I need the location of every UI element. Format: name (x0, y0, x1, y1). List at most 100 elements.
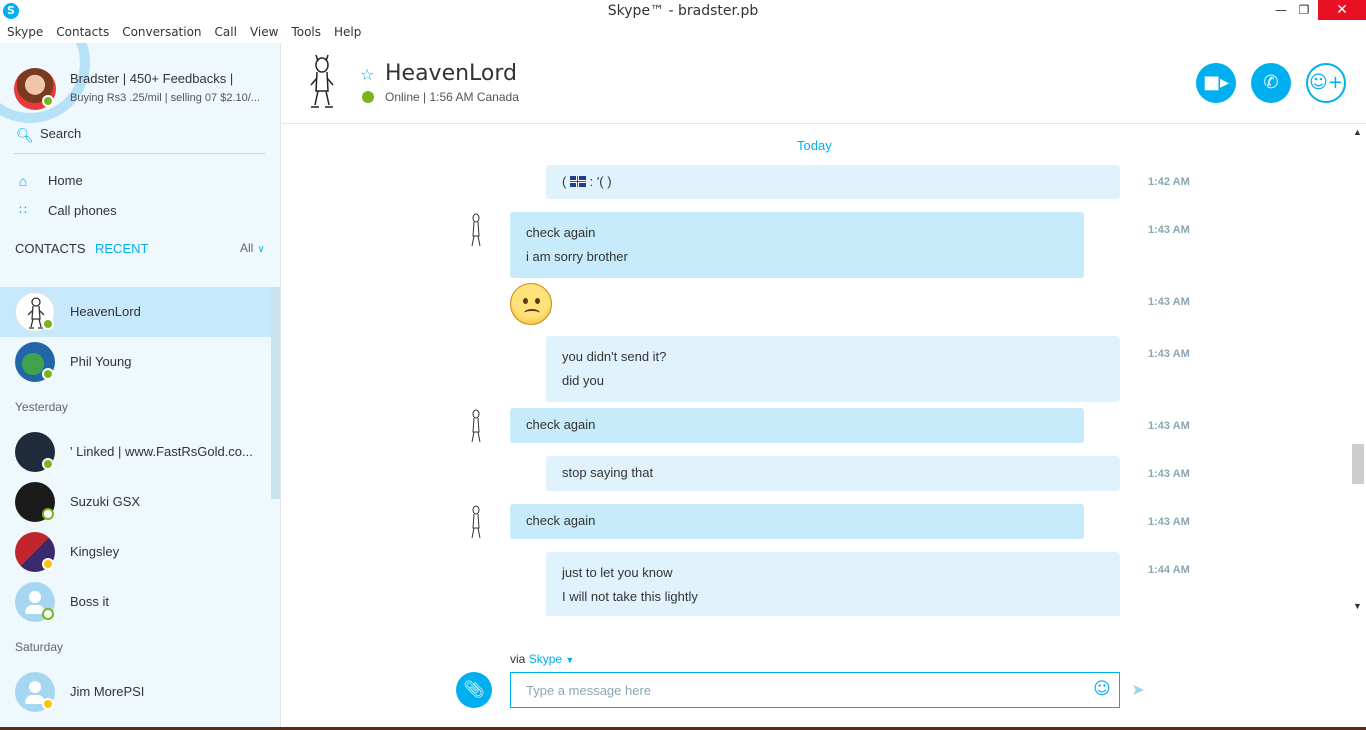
filter-label: All (240, 241, 254, 255)
contact-name: Kingsley (70, 544, 120, 559)
sender-avatar[interactable] (466, 212, 486, 250)
contact-name: HeavenLord (70, 304, 141, 319)
service-name[interactable]: Skype (529, 652, 562, 666)
chat-contact-name: HeavenLord (385, 61, 518, 86)
contact-kingsley[interactable]: Kingsley (0, 527, 271, 577)
tab-contacts[interactable]: CONTACTS (15, 241, 86, 256)
message-bubble[interactable]: stop saying that (546, 456, 1120, 491)
presence-away-icon (42, 558, 54, 570)
message-bubble[interactable]: just to let you know I will not take thi… (546, 552, 1120, 616)
window-title: Skype™ - bradster.pb (607, 3, 759, 19)
contact-suzuki-gsx[interactable]: Suzuki GSX (0, 477, 271, 527)
message-bubble[interactable]: ( : '( ) (546, 165, 1120, 199)
message-timestamp: 1:43 AM (1148, 468, 1190, 480)
message-timestamp: 1:42 AM (1148, 176, 1190, 188)
menu-conversation[interactable]: Conversation (122, 22, 201, 43)
message-text: check again (526, 417, 596, 432)
message-timestamp: 1:43 AM (1148, 296, 1190, 308)
chat-status: Online | 1:56 AM Canada (385, 90, 519, 104)
message-text: i am sorry brother (526, 249, 628, 264)
contact-name: ' Linked | www.FastRsGold.co... (70, 444, 253, 459)
chevron-down-icon: ∨ (257, 244, 265, 255)
contact-phil-young[interactable]: Phil Young (0, 337, 271, 387)
contact-name: Jim MorePSI (70, 684, 145, 699)
day-separator: Today (797, 138, 832, 153)
paperclip-icon: 📎︎ (463, 680, 485, 700)
add-person-icon: ☺+ (1309, 72, 1343, 93)
send-icon[interactable]: ➤ (1128, 680, 1148, 700)
presence-online-icon (42, 318, 54, 330)
contact-boss-it[interactable]: Boss it (0, 577, 271, 627)
profile-mood[interactable]: Buying Rs3 .25/mil | selling 07 $2.10/..… (70, 92, 270, 104)
presence-online-icon (42, 368, 54, 380)
group-label-yesterday: Yesterday (15, 400, 68, 414)
voice-call-button[interactable]: ✆ (1251, 63, 1291, 103)
chat-avatar[interactable] (304, 53, 340, 113)
contact-name: Phil Young (70, 354, 132, 369)
menu-view[interactable]: View (250, 22, 278, 43)
sender-avatar[interactable] (466, 504, 486, 542)
menu-call[interactable]: Call (215, 22, 237, 43)
profile-name[interactable]: Bradster | 450+ Feedbacks | (70, 71, 233, 86)
contact-jim-morepsi[interactable]: Jim MorePSI (0, 667, 271, 717)
worried-face-emoticon[interactable] (510, 283, 552, 325)
message-text: check again (526, 225, 596, 240)
presence-away-icon (42, 698, 54, 710)
contact-heavenlord[interactable]: HeavenLord (0, 287, 271, 337)
tab-recent[interactable]: RECENT (95, 241, 148, 256)
phone-icon: ✆ (1263, 72, 1279, 93)
nav-call-phones-label: Call phones (48, 203, 117, 218)
presence-online-icon (42, 458, 54, 470)
attach-button[interactable]: 📎︎ (456, 672, 492, 708)
contact-linked[interactable]: ' Linked | www.FastRsGold.co... (0, 427, 271, 477)
menu-skype[interactable]: Skype (7, 22, 43, 43)
message-bubble[interactable]: you didn't send it? did you (546, 336, 1120, 402)
message-bubble[interactable]: check again i am sorry brother (510, 212, 1084, 278)
scroll-down-icon[interactable]: ▼ (1353, 601, 1362, 611)
chevron-down-icon: ▼ (565, 655, 575, 665)
favorite-star-icon[interactable]: ☆ (360, 65, 374, 85)
message-input[interactable] (510, 672, 1120, 708)
maximize-button[interactable]: ❐ (1291, 0, 1317, 20)
chat-header: ☆ HeavenLord Online | 1:56 AM Canada ■▸ … (282, 43, 1366, 124)
message-timestamp: 1:43 AM (1148, 516, 1190, 528)
search-icon: 🔍︎ (16, 127, 34, 143)
via-service-selector[interactable]: via Skype ▼ (510, 652, 574, 666)
search-button[interactable]: 🔍︎ Search (14, 123, 265, 154)
add-people-button[interactable]: ☺+ (1306, 63, 1346, 103)
message-bubble[interactable]: check again (510, 408, 1084, 443)
message-text: : '( ) (589, 174, 612, 189)
message-text: I will not take this lightly (562, 589, 698, 604)
contact-tabs: CONTACTS RECENT All ∨ (15, 241, 271, 261)
sender-avatar[interactable] (466, 408, 486, 446)
message-timestamp: 1:43 AM (1148, 420, 1190, 432)
filter-dropdown[interactable]: All ∨ (240, 241, 265, 255)
dialpad-icon: ∷ (19, 203, 27, 217)
scrollbar-thumb[interactable] (1352, 444, 1364, 484)
video-call-button[interactable]: ■▸ (1196, 63, 1236, 103)
message-timestamp: 1:43 AM (1148, 348, 1190, 360)
message-timestamp: 1:44 AM (1148, 564, 1190, 576)
conversation-scrollbar[interactable]: ▲ ▼ (1350, 124, 1366, 616)
message-bubble[interactable]: check again (510, 504, 1084, 539)
message-text: did you (562, 373, 604, 388)
profile-presence-icon (42, 95, 54, 107)
sidebar-scrollbar[interactable] (271, 287, 280, 730)
menu-contacts[interactable]: Contacts (56, 22, 109, 43)
message-text: you didn't send it? (562, 349, 667, 364)
nav-home[interactable]: ⌂ Home (14, 172, 264, 192)
presence-online-icon (362, 91, 374, 103)
scrollbar-thumb[interactable] (271, 287, 280, 499)
uk-flag-icon (569, 176, 586, 187)
presence-offline-icon (42, 508, 54, 520)
nav-call-phones[interactable]: ∷ Call phones (14, 202, 264, 222)
menu-tools[interactable]: Tools (291, 22, 321, 43)
scroll-up-icon[interactable]: ▲ (1353, 127, 1362, 137)
via-label: via (510, 652, 526, 666)
menu-help[interactable]: Help (334, 22, 361, 43)
contact-name: Suzuki GSX (70, 494, 141, 509)
close-button[interactable]: ✕ (1318, 0, 1366, 20)
emoticon-icon[interactable]: ☺ (1092, 679, 1112, 699)
message-text: stop saying that (562, 465, 654, 480)
conversation-pane: Today ( : '( ) 1:42 AM check again i am … (282, 124, 1350, 616)
